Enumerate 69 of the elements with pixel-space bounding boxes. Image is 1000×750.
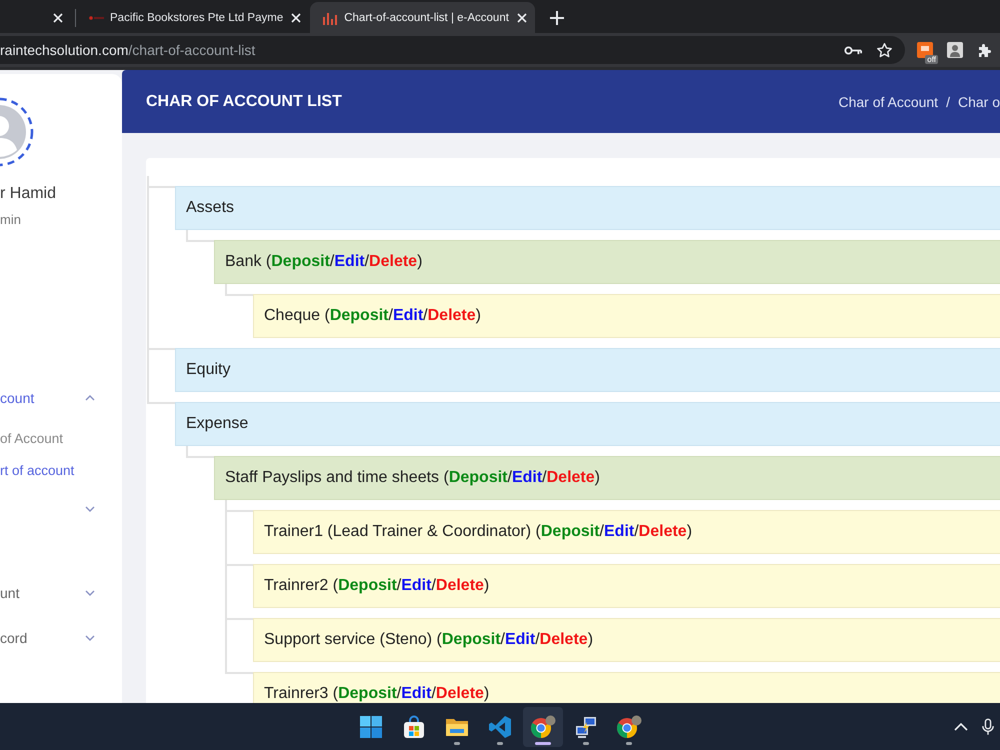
breadcrumb-link[interactable]: Char of Account: [838, 94, 938, 110]
delete-link[interactable]: Delete: [546, 469, 595, 486]
tree-connector-line: [186, 446, 214, 458]
deposit-link[interactable]: Deposit: [338, 685, 397, 702]
user-role: min: [0, 212, 22, 228]
delete-link[interactable]: Delete: [436, 577, 484, 594]
breadcrumb-separator: /: [946, 94, 950, 110]
menu-item[interactable]: unt: [0, 573, 122, 613]
account-label: Trainrer3 (Deposit/Edit/Delete): [264, 685, 490, 703]
edit-link[interactable]: Edit: [604, 523, 634, 540]
user-name: r Hamid: [0, 184, 58, 204]
chevron-up-icon[interactable]: [954, 722, 968, 730]
deposit-link[interactable]: Deposit: [338, 577, 397, 594]
code-editor-icon: [488, 714, 512, 738]
computers-icon: [574, 714, 598, 738]
microphone-icon[interactable]: [982, 718, 994, 736]
account-label: Support service (Steno) (Deposit/Edit/Delete): [264, 631, 594, 649]
site-logo-icon: [88, 16, 104, 20]
tree-connector-line: [186, 230, 214, 242]
url-text: raintechsolution.com/chart-of-account-list: [0, 42, 256, 58]
account-label: Trainrer2 (Deposit/Edit/Delete): [264, 577, 490, 595]
submenu-item[interactable]: of Account: [0, 422, 122, 454]
deposit-link[interactable]: Deposit: [330, 307, 388, 324]
plus-icon[interactable]: [550, 10, 564, 24]
tree-connector-line: [225, 284, 253, 296]
account-label: Expense: [186, 415, 248, 433]
edit-link[interactable]: Edit: [334, 253, 365, 270]
page-title: CHAR OF ACCOUNT LIST: [146, 92, 342, 110]
deposit-link[interactable]: Deposit: [448, 469, 508, 486]
menu-item[interactable]: cord: [0, 618, 122, 658]
extension-badge: off: [925, 55, 938, 64]
delete-link[interactable]: Delete: [638, 523, 687, 540]
account-label: Assets: [186, 199, 234, 217]
account-label: Bank (Deposit/Edit/Delete): [225, 253, 422, 271]
account-label: Equity: [186, 361, 230, 379]
extension-icon[interactable]: [917, 42, 933, 58]
address-bar[interactable]: raintechsolution.com/chart-of-account-list: [0, 36, 905, 64]
edit-link[interactable]: Edit: [392, 307, 424, 324]
delete-link[interactable]: Delete: [428, 307, 476, 324]
account-label: Staff Payslips and time sheets (Deposit/Edit/Delete): [225, 469, 600, 487]
deposit-link[interactable]: Deposit: [271, 253, 330, 270]
edit-link[interactable]: Edit: [512, 469, 542, 486]
puzzle-icon[interactable]: [977, 42, 993, 58]
delete-link[interactable]: Delete: [540, 631, 588, 648]
submenu-item[interactable]: rt of account: [0, 454, 122, 486]
browser-tab[interactable]: Pacific Bookstores Pte Ltd Payme: [76, 2, 310, 33]
extension-icon[interactable]: [947, 42, 963, 58]
close-icon[interactable]: [516, 12, 527, 22]
browser-tab[interactable]: Chart-of-account-list | e-Account: [310, 2, 535, 33]
breadcrumb-link[interactable]: Char o: [958, 94, 1000, 110]
delete-link[interactable]: Delete: [369, 253, 418, 270]
edit-link[interactable]: Edit: [401, 685, 432, 702]
delete-link[interactable]: Delete: [436, 685, 484, 702]
key-icon[interactable]: [844, 44, 862, 56]
star-icon[interactable]: [876, 42, 893, 58]
browser-icon: [530, 714, 556, 738]
taskbar-button[interactable]: [523, 706, 563, 746]
edit-link[interactable]: Edit: [504, 631, 536, 648]
start-icon: [359, 714, 383, 738]
deposit-link[interactable]: Deposit: [540, 523, 600, 540]
account-label: Cheque (Deposit/Edit/Delete): [264, 307, 481, 325]
store-bag-icon: [402, 714, 426, 738]
edit-link[interactable]: Edit: [401, 577, 432, 594]
close-icon[interactable]: [53, 12, 63, 22]
close-icon[interactable]: [291, 12, 302, 22]
deposit-link[interactable]: Deposit: [442, 631, 501, 648]
menu-item[interactable]: count: [0, 378, 122, 418]
browser-icon: [616, 714, 642, 738]
account-label: Trainer1 (Lead Trainer & Coordinator) (Deposit/Edit/Delete): [264, 523, 692, 541]
